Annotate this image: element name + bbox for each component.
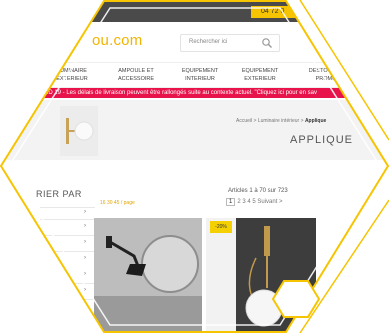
product-card[interactable]: [94, 218, 202, 333]
brands-line-1: TOUT: [335, 34, 350, 40]
nav-item-destockage-promo[interactable]: DESTOCKAG PROMO: [296, 67, 356, 83]
nav-item-line: LUMINAIRE: [57, 68, 87, 74]
nav-item-line: PROMO: [315, 76, 337, 82]
chevron-right-icon[interactable]: ›: [84, 255, 86, 261]
search-input[interactable]: Rechercher ici: [180, 34, 280, 52]
nav-item-line: AMPOULE ET: [118, 68, 154, 74]
nav-item-line: EXTERIEUR: [244, 76, 276, 82]
category-hero: Accueil > Luminaire intérieur > Applique…: [0, 100, 389, 160]
pagination: 12 3 4 5 Suivant >: [226, 198, 283, 206]
filter-heading: RIER PAR: [36, 189, 82, 199]
chevron-right-icon[interactable]: ›: [84, 271, 86, 277]
nav-item-line: EQUIPEMENT: [181, 68, 219, 74]
hexagon-frame: 04 72 0 ou.com Rechercher ici TOUT NOS M…: [0, 0, 389, 333]
chevron-right-icon[interactable]: ›: [84, 223, 86, 229]
filter-divider: [40, 219, 95, 220]
breadcrumb-path[interactable]: Accueil > Luminaire intérieur >: [236, 118, 305, 124]
search-placeholder: Rechercher ici: [189, 39, 228, 45]
covid-banner[interactable]: OID 19 - Les délais de livraison peuvent…: [0, 88, 389, 98]
main-nav: LUMINAIRE EXTERIEUR AMPOULE ET ACCESSOIR…: [0, 62, 389, 88]
chevron-right-icon[interactable]: ›: [84, 287, 86, 293]
wall-lamp-image: [60, 106, 98, 156]
nav-item-line: EXTERIEUR: [56, 76, 88, 82]
search-icon[interactable]: [261, 37, 273, 49]
nav-item-line: ACCESSOIRE: [117, 76, 155, 82]
top-bar: 04 72 0: [0, 0, 389, 22]
nav-item-equipement-interieur[interactable]: EQUIPEMENT INTERIEUR: [170, 67, 230, 83]
nav-item-line: DESTOCKAG: [308, 68, 344, 74]
per-page-selector[interactable]: 16 30 45 / page: [100, 200, 135, 206]
nav-item-line: EQUIPEMENT: [241, 68, 279, 74]
filter-divider: [40, 283, 95, 284]
product-count: Articles 1 à 70 sur 723: [228, 188, 288, 194]
page-current[interactable]: 1: [226, 198, 236, 206]
promo-badge: -20%: [210, 221, 232, 233]
filter-divider: [40, 251, 95, 252]
viewport: 04 72 0 ou.com Rechercher ici TOUT NOS M…: [0, 0, 389, 333]
brands-link[interactable]: TOUT NOS MARQ: [290, 33, 350, 51]
chevron-right-icon[interactable]: ›: [84, 209, 86, 215]
nav-item-luminaire-exterieur[interactable]: LUMINAIRE EXTERIEUR: [42, 67, 102, 83]
nav-item-line: INTERIEUR: [185, 76, 215, 82]
chevron-right-icon[interactable]: ›: [84, 303, 86, 309]
brands-line-2: NOS MARQ: [320, 43, 350, 49]
page-title: APPLIQUE: [290, 134, 354, 146]
breadcrumb: Accueil > Luminaire intérieur > Applique: [236, 118, 326, 124]
filter-divider: [40, 235, 95, 236]
filter-sidebar: RIER PAR › › › › E › › ›: [0, 185, 95, 333]
nav-item-equipement-exterieur[interactable]: EQUIPEMENT EXTERIEUR: [230, 67, 290, 83]
product-image-black-wall-lamp: [94, 218, 202, 333]
filter-divider: [40, 299, 95, 300]
phone-number[interactable]: 04 72 0: [251, 6, 321, 18]
chevron-right-icon[interactable]: ›: [84, 239, 86, 245]
nav-item-ampoule-accessoire[interactable]: AMPOULE ET ACCESSOIRE: [106, 67, 166, 83]
breadcrumb-current: Applique: [304, 118, 327, 124]
filter-label: E: [60, 272, 64, 278]
hexagon-accent: [272, 280, 320, 318]
page-links[interactable]: 2 3 4 5 Suivant >: [237, 199, 282, 205]
site-logo[interactable]: ou.com: [92, 32, 142, 49]
filter-divider: [40, 207, 95, 208]
